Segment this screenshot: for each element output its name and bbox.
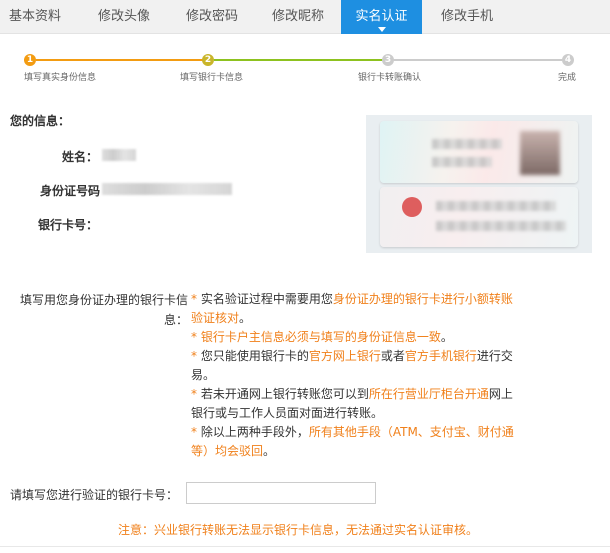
rule-text: 您只能使用银行卡的 <box>200 349 309 363</box>
rule-bullet: * <box>191 425 201 439</box>
tab-real-name-auth[interactable]: 实名认证 <box>341 0 422 34</box>
rule-text: 。 <box>239 311 252 325</box>
step-2-dot: 2 <box>202 54 214 66</box>
step-line-2 <box>214 59 384 61</box>
rule-text: 实名验证过程中需要用您 <box>200 292 333 306</box>
caret-down-icon <box>377 27 386 32</box>
info-title: 您的信息： <box>10 114 71 128</box>
rule-highlight: 官方网上银行 <box>308 349 381 363</box>
rule-item: * 银行卡户主信息必须与填写的身份证信息一致。 <box>191 328 519 347</box>
seal-emblem-icon <box>402 197 422 217</box>
rule-item: * 您只能使用银行卡的官方网上银行或者官方手机银行进行交易。 <box>191 347 519 385</box>
tab-change-phone[interactable]: 修改手机 <box>425 0 509 34</box>
rule-text: 或者 <box>380 349 405 363</box>
portrait-photo <box>520 131 560 175</box>
rule-item: * 若未开通网上银行转账您可以到所在行营业厅柜台开通网上银行或与工作人员面对面进… <box>191 385 519 423</box>
rule-text: 。 <box>440 330 453 344</box>
divider <box>0 546 610 547</box>
bank-card-label: 银行卡号： <box>37 218 98 232</box>
notice-text: 注意：兴业银行转账无法显示银行卡信息，无法通过实名认证审核。 <box>118 523 479 537</box>
card-number-input[interactable] <box>186 482 376 504</box>
id-number-label: 身份证号码 <box>39 184 100 198</box>
step-4-dot: 4 <box>562 54 574 66</box>
rule-bullet: * <box>191 330 201 344</box>
instruction-rules: * 实名验证过程中需要用您身份证办理的银行卡进行小额转账验证核对。 * 银行卡户… <box>191 290 519 461</box>
progress-steps: 1 2 3 4 填写真实身份信息 填写银行卡信息 银行卡转账确认 完成 <box>0 50 610 90</box>
rule-item: * 实名验证过程中需要用您身份证办理的银行卡进行小额转账验证核对。 <box>191 290 519 328</box>
rule-highlight: 官方手机银行 <box>404 349 477 363</box>
step-1-dot: 1 <box>24 54 36 66</box>
mosaic-blur <box>432 139 502 149</box>
rule-bullet: * <box>191 387 201 401</box>
tab-basic-info[interactable]: 基本资料 <box>0 0 70 34</box>
tab-change-password[interactable]: 修改密码 <box>170 0 254 34</box>
tab-change-avatar[interactable]: 修改头像 <box>82 0 166 34</box>
tab-real-name-auth-label: 实名认证 <box>355 9 408 24</box>
rule-highlight: 银行卡户主信息必须与填写的身份证信息一致 <box>200 330 441 344</box>
id-card-image <box>366 115 592 253</box>
name-label: 姓名： <box>61 150 98 164</box>
id-card-back <box>380 187 578 247</box>
mosaic-blur <box>436 221 566 231</box>
id-card-front <box>380 121 578 183</box>
rule-highlight: 所在行营业厅柜台开通 <box>368 387 489 401</box>
rule-item: * 除以上两种手段外，所有其他手段（ATM、支付宝、财付通等）均会驳回。 <box>191 423 519 461</box>
name-value-redacted <box>102 149 136 161</box>
id-number-value-redacted <box>102 183 232 195</box>
step-2-label: 填写银行卡信息 <box>180 73 244 83</box>
rule-text: 若未开通网上银行转账您可以到 <box>200 387 369 401</box>
mosaic-blur <box>436 201 556 211</box>
bank-info-instruction-label: 填写用您身份证办理的银行卡信息： <box>19 293 188 327</box>
rule-bullet: * <box>191 349 201 363</box>
step-4-label: 完成 <box>558 73 577 83</box>
step-line-3 <box>394 59 562 61</box>
step-3-label: 银行卡转账确认 <box>358 73 422 83</box>
step-1-label: 填写真实身份信息 <box>24 73 97 83</box>
step-3-dot: 3 <box>382 54 394 66</box>
rule-bullet: * <box>191 292 201 306</box>
mosaic-blur <box>432 157 492 167</box>
tab-change-nickname[interactable]: 修改昵称 <box>256 0 340 34</box>
rule-text: 。 <box>263 444 276 458</box>
tab-bar: 基本资料 修改头像 修改密码 修改昵称 实名认证 修改手机 <box>0 0 610 34</box>
card-number-input-label: 请填写您进行验证的银行卡号： <box>10 488 179 502</box>
step-line-1 <box>36 59 204 61</box>
rule-text: 除以上两种手段外， <box>200 425 309 439</box>
